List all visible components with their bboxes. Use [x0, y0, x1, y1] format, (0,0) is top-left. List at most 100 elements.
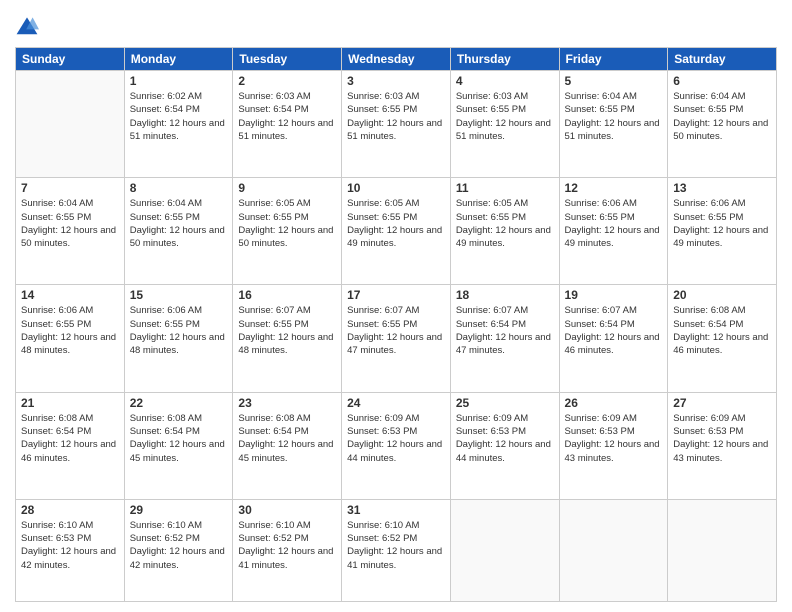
- cell-info: Sunrise: 6:10 AMSunset: 6:52 PMDaylight:…: [130, 519, 228, 572]
- calendar-cell: 3 Sunrise: 6:03 AMSunset: 6:55 PMDaylight…: [342, 71, 451, 178]
- cell-info: Sunrise: 6:10 AMSunset: 6:53 PMDaylight:…: [21, 519, 119, 572]
- calendar-cell: 21Sunrise: 6:08 AMSunset: 6:54 PMDayligh…: [16, 392, 125, 499]
- cell-info: Sunrise: 6:05 AMSunset: 6:55 PMDaylight:…: [238, 197, 336, 250]
- calendar-cell: 16Sunrise: 6:07 AMSunset: 6:55 PMDayligh…: [233, 285, 342, 392]
- week-row-1: 1Sunrise: 6:02 AMSunset: 6:54 PMDaylight…: [16, 71, 777, 178]
- calendar-cell: 13 Sunrise: 6:06 AMSunset: 6:55 PMDayligh…: [668, 178, 777, 285]
- calendar-cell: 6 Sunrise: 6:04 AMSunset: 6:55 PMDaylight…: [668, 71, 777, 178]
- cell-info: Sunrise: 6:06 AMSunset: 6:55 PMDaylight:…: [565, 197, 663, 250]
- calendar-cell: 15 Sunrise: 6:06 AMSunset: 6:55 PMDayligh…: [124, 285, 233, 392]
- cell-info: Sunrise: 6:06 AMSunset: 6:55 PMDaylight:…: [130, 304, 228, 357]
- day-number: 14: [21, 288, 119, 302]
- calendar-cell: 17 Sunrise: 6:07 AMSunset: 6:55 PMDayligh…: [342, 285, 451, 392]
- cell-info: Sunrise: 6:03 AMSunset: 6:55 PMDaylight:…: [456, 90, 554, 143]
- calendar-cell: 25Sunrise: 6:09 AMSunset: 6:53 PMDayligh…: [450, 392, 559, 499]
- day-number: 12: [565, 181, 663, 195]
- day-number: 5: [565, 74, 663, 88]
- day-number: 2: [238, 74, 336, 88]
- calendar-cell: 18 Sunrise: 6:07 AMSunset: 6:54 PMDayligh…: [450, 285, 559, 392]
- calendar-cell: 27 Sunrise: 6:09 AMSunset: 6:53 PMDayligh…: [668, 392, 777, 499]
- cell-info: Sunrise: 6:08 AMSunset: 6:54 PMDaylight:…: [673, 304, 771, 357]
- calendar-cell: 10 Sunrise: 6:05 AMSunset: 6:55 PMDayligh…: [342, 178, 451, 285]
- cell-info: Sunrise: 6:10 AMSunset: 6:52 PMDaylight:…: [238, 519, 336, 572]
- calendar-cell: 30 Sunrise: 6:10 AMSunset: 6:52 PMDayligh…: [233, 499, 342, 601]
- day-header-wednesday: Wednesday: [342, 48, 451, 71]
- cell-info: Sunrise: 6:04 AMSunset: 6:55 PMDaylight:…: [130, 197, 228, 250]
- day-number: 28: [21, 503, 119, 517]
- cell-info: Sunrise: 6:09 AMSunset: 6:53 PMDaylight:…: [456, 412, 554, 465]
- day-number: 29: [130, 503, 228, 517]
- calendar-cell: 5 Sunrise: 6:04 AMSunset: 6:55 PMDaylight…: [559, 71, 668, 178]
- day-number: 17: [347, 288, 445, 302]
- calendar-cell: 19 Sunrise: 6:07 AMSunset: 6:54 PMDayligh…: [559, 285, 668, 392]
- cell-info: Sunrise: 6:08 AMSunset: 6:54 PMDaylight:…: [130, 412, 228, 465]
- calendar-cell: 31 Sunrise: 6:10 AMSunset: 6:52 PMDayligh…: [342, 499, 451, 601]
- cell-info: Sunrise: 6:06 AMSunset: 6:55 PMDaylight:…: [21, 304, 119, 357]
- calendar-cell: 7 Sunrise: 6:04 AMSunset: 6:55 PMDaylight…: [16, 178, 125, 285]
- calendar-cell: 8 Sunrise: 6:04 AMSunset: 6:55 PMDaylight…: [124, 178, 233, 285]
- calendar-cell: 29 Sunrise: 6:10 AMSunset: 6:52 PMDayligh…: [124, 499, 233, 601]
- cell-info: Sunrise: 6:07 AMSunset: 6:54 PMDaylight:…: [456, 304, 554, 357]
- header: [15, 15, 777, 39]
- cell-info: Sunrise: 6:07 AMSunset: 6:55 PMDaylight:…: [347, 304, 445, 357]
- day-number: 22: [130, 396, 228, 410]
- day-number: 3: [347, 74, 445, 88]
- cell-info: Sunrise: 6:04 AMSunset: 6:55 PMDaylight:…: [565, 90, 663, 143]
- calendar-cell: 11 Sunrise: 6:05 AMSunset: 6:55 PMDayligh…: [450, 178, 559, 285]
- day-number: 27: [673, 396, 771, 410]
- cell-info: Sunrise: 6:04 AMSunset: 6:55 PMDaylight:…: [21, 197, 119, 250]
- calendar-cell: 14 Sunrise: 6:06 AMSunset: 6:55 PMDayligh…: [16, 285, 125, 392]
- day-number: 13: [673, 181, 771, 195]
- cell-info: Sunrise: 6:03 AMSunset: 6:55 PMDaylight:…: [347, 90, 445, 143]
- calendar-table: SundayMondayTuesdayWednesdayThursdayFrid…: [15, 47, 777, 602]
- day-number: 24: [347, 396, 445, 410]
- day-header-friday: Friday: [559, 48, 668, 71]
- cell-info: Sunrise: 6:05 AMSunset: 6:55 PMDaylight:…: [456, 197, 554, 250]
- week-row-5: 28 Sunrise: 6:10 AMSunset: 6:53 PMDayligh…: [16, 499, 777, 601]
- cell-info: Sunrise: 6:05 AMSunset: 6:55 PMDaylight:…: [347, 197, 445, 250]
- calendar-cell: [450, 499, 559, 601]
- day-number: 7: [21, 181, 119, 195]
- calendar-cell: [16, 71, 125, 178]
- day-number: 4: [456, 74, 554, 88]
- cell-info: Sunrise: 6:09 AMSunset: 6:53 PMDaylight:…: [565, 412, 663, 465]
- day-number: 1: [130, 74, 228, 88]
- day-number: 20: [673, 288, 771, 302]
- calendar-cell: [668, 499, 777, 601]
- cell-info: Sunrise: 6:06 AMSunset: 6:55 PMDaylight:…: [673, 197, 771, 250]
- day-number: 18: [456, 288, 554, 302]
- day-number: 11: [456, 181, 554, 195]
- day-number: 16: [238, 288, 336, 302]
- day-header-saturday: Saturday: [668, 48, 777, 71]
- calendar-cell: 24Sunrise: 6:09 AMSunset: 6:53 PMDayligh…: [342, 392, 451, 499]
- calendar-cell: 12 Sunrise: 6:06 AMSunset: 6:55 PMDayligh…: [559, 178, 668, 285]
- calendar-cell: 28 Sunrise: 6:10 AMSunset: 6:53 PMDayligh…: [16, 499, 125, 601]
- calendar-cell: 4 Sunrise: 6:03 AMSunset: 6:55 PMDaylight…: [450, 71, 559, 178]
- day-number: 8: [130, 181, 228, 195]
- calendar-cell: 9 Sunrise: 6:05 AMSunset: 6:55 PMDaylight…: [233, 178, 342, 285]
- day-number: 9: [238, 181, 336, 195]
- day-number: 31: [347, 503, 445, 517]
- day-number: 30: [238, 503, 336, 517]
- day-header-sunday: Sunday: [16, 48, 125, 71]
- day-number: 19: [565, 288, 663, 302]
- calendar-cell: [559, 499, 668, 601]
- calendar-cell: 2Sunrise: 6:03 AMSunset: 6:54 PMDaylight…: [233, 71, 342, 178]
- day-number: 10: [347, 181, 445, 195]
- cell-info: Sunrise: 6:04 AMSunset: 6:55 PMDaylight:…: [673, 90, 771, 143]
- calendar-cell: 22 Sunrise: 6:08 AMSunset: 6:54 PMDayligh…: [124, 392, 233, 499]
- calendar-page: SundayMondayTuesdayWednesdayThursdayFrid…: [0, 0, 792, 612]
- day-number: 21: [21, 396, 119, 410]
- cell-info: Sunrise: 6:07 AMSunset: 6:54 PMDaylight:…: [565, 304, 663, 357]
- logo-icon: [15, 15, 39, 39]
- cell-info: Sunrise: 6:10 AMSunset: 6:52 PMDaylight:…: [347, 519, 445, 572]
- day-header-thursday: Thursday: [450, 48, 559, 71]
- day-number: 15: [130, 288, 228, 302]
- cell-info: Sunrise: 6:09 AMSunset: 6:53 PMDaylight:…: [673, 412, 771, 465]
- day-number: 6: [673, 74, 771, 88]
- week-row-2: 7 Sunrise: 6:04 AMSunset: 6:55 PMDaylight…: [16, 178, 777, 285]
- day-number: 23: [238, 396, 336, 410]
- day-number: 26: [565, 396, 663, 410]
- header-row: SundayMondayTuesdayWednesdayThursdayFrid…: [16, 48, 777, 71]
- calendar-cell: 23Sunrise: 6:08 AMSunset: 6:54 PMDayligh…: [233, 392, 342, 499]
